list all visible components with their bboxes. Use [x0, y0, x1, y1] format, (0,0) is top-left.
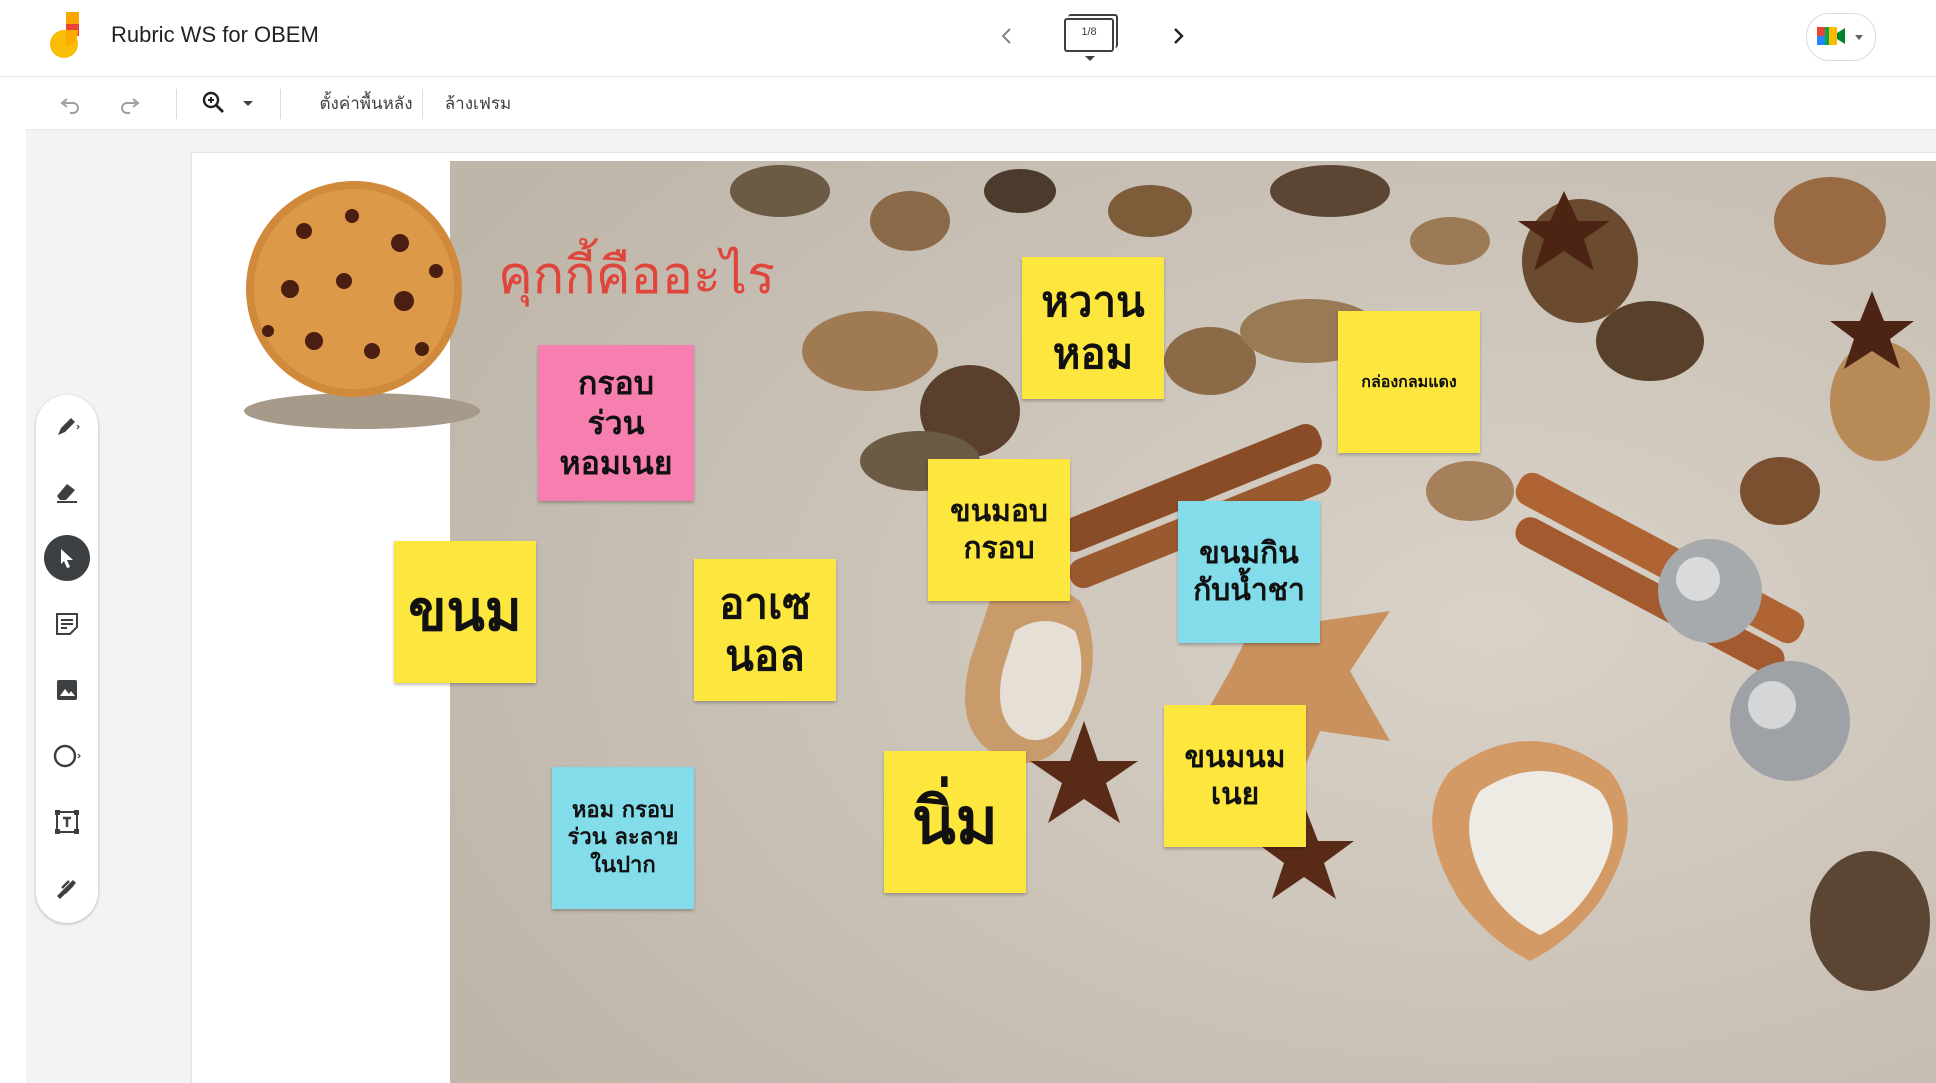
caret-down-icon [243, 100, 253, 106]
jam-frame[interactable]: คุกกี้คืออะไร กรอบ ร่วน หอมเนย หวาน หอม … [192, 153, 1936, 1083]
jamboard-logo-icon[interactable] [46, 12, 86, 60]
caret-down-icon [1855, 35, 1863, 40]
toolbar-divider [280, 89, 281, 119]
toolbar-divider [422, 89, 423, 119]
undo-icon [60, 98, 79, 114]
zoom-in-icon [202, 91, 224, 113]
laser-pointer-icon [57, 880, 76, 899]
sticky-note[interactable]: หอม กรอบ ร่วน ละลาย ในปาก [552, 767, 694, 909]
pen-icon [58, 418, 80, 435]
board-title-text[interactable]: คุกกี้คืออะไร [498, 233, 775, 316]
undo-button[interactable] [50, 85, 90, 121]
frame-bar-toggle[interactable]: 1/8 [1060, 12, 1122, 62]
text-box-icon [55, 810, 79, 834]
eraser-icon [57, 484, 77, 503]
clear-frame-button[interactable]: ล้างเฟรม [440, 85, 516, 121]
zoom-button[interactable] [194, 85, 234, 121]
pen-tool-button[interactable] [44, 403, 90, 449]
google-meet-icon [1817, 27, 1845, 45]
toolbar-divider [176, 89, 177, 119]
sticky-note[interactable]: หวาน หอม [1022, 257, 1164, 399]
chevron-right-icon [1174, 28, 1184, 44]
circle-icon [53, 744, 81, 768]
previous-frame-button[interactable] [987, 16, 1027, 56]
zoom-dropdown-button[interactable] [236, 85, 260, 121]
next-frame-button[interactable] [1158, 16, 1198, 56]
redo-icon [121, 98, 140, 114]
frame-counter: 1/8 [1081, 26, 1097, 38]
sticky-note[interactable]: ขนม [394, 541, 536, 683]
select-tool-button[interactable] [44, 535, 90, 581]
eraser-tool-button[interactable] [44, 469, 90, 515]
sticky-note[interactable]: กล่องกลมแดง [1338, 311, 1480, 453]
sticky-note-tool-button[interactable] [44, 601, 90, 647]
shape-tool-button[interactable] [44, 733, 90, 779]
set-background-button[interactable]: ตั้งค่าพื้นหลัง [298, 85, 434, 121]
redo-button[interactable] [110, 85, 150, 121]
chevron-left-icon [1001, 28, 1011, 44]
caret-down-icon [1085, 56, 1095, 61]
sticky-note[interactable]: ขนมกิน กับน้ำชา [1178, 501, 1320, 643]
image-icon [57, 680, 77, 700]
cursor-arrow-icon [61, 549, 73, 568]
sticky-note[interactable]: กรอบ ร่วน หอมเนย [538, 345, 694, 501]
sticky-note-icon [56, 613, 78, 635]
sticky-note[interactable]: นิ่ม [884, 751, 1026, 893]
meet-button[interactable] [1806, 13, 1876, 61]
sticky-note[interactable]: ขนมอบ กรอบ [928, 459, 1070, 601]
text-box-tool-button[interactable] [44, 799, 90, 845]
cookie-image[interactable] [232, 171, 482, 431]
laser-tool-button[interactable] [44, 865, 90, 911]
tool-palette [36, 395, 98, 923]
image-tool-button[interactable] [44, 667, 90, 713]
sticky-note[interactable]: ขนมนม เนย [1164, 705, 1306, 847]
sticky-note[interactable]: อาเซ นอล [694, 559, 836, 701]
toolbar: ตั้งค่าพื้นหลัง ล้างเฟรม [26, 77, 1936, 130]
top-bar: Rubric WS for OBEM 1/8 [0, 0, 1936, 77]
document-title[interactable]: Rubric WS for OBEM [111, 22, 319, 48]
